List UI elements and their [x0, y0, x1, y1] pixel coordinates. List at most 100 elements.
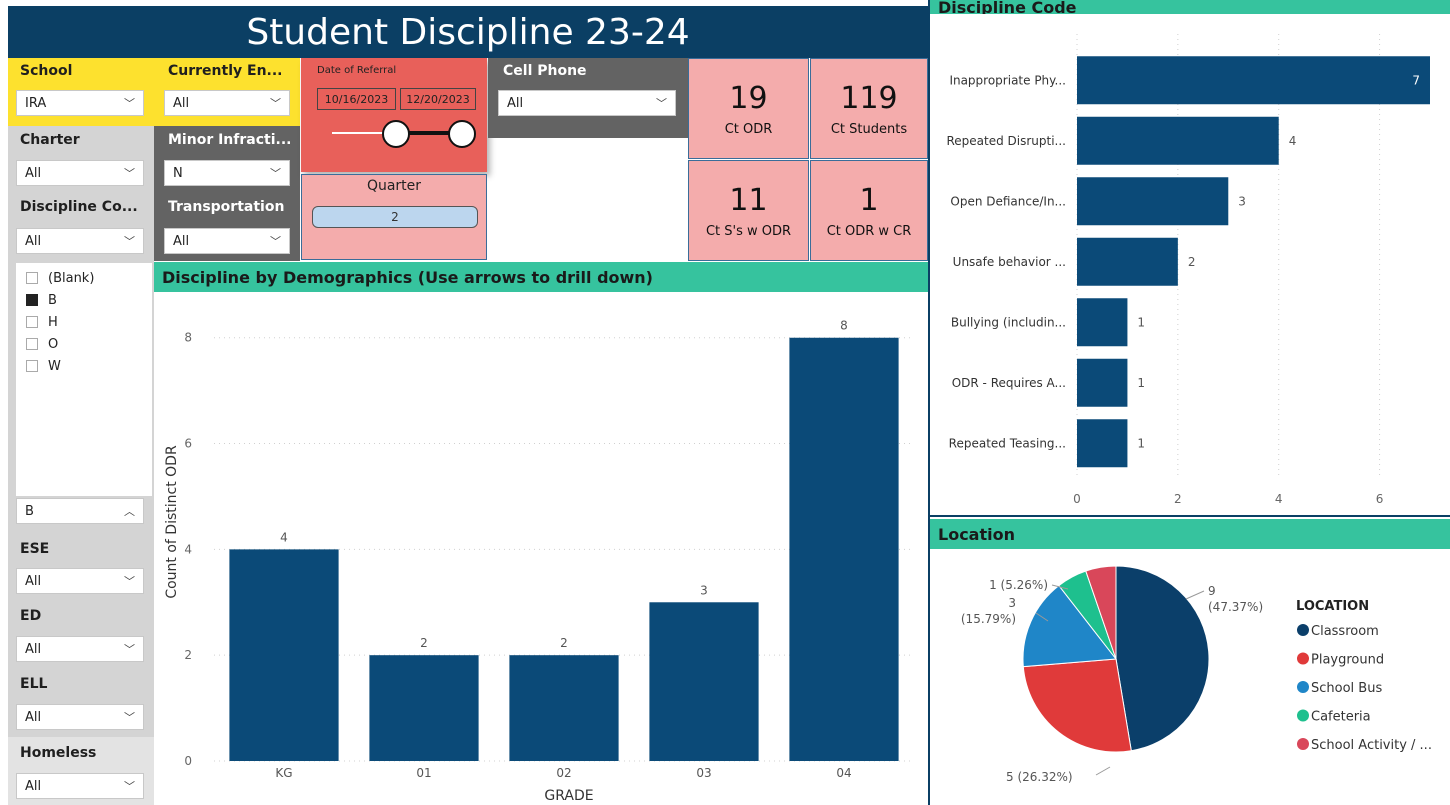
- data-label: 5 (26.32%): [1006, 770, 1073, 784]
- x-tick-label: 0: [1073, 492, 1081, 506]
- school-label: School: [20, 63, 73, 79]
- data-label: 8: [840, 319, 848, 333]
- discipline-code-bar-chart: 0 2 4 6 Inappropriate Phy... 7 Repeated Disrup…: [946, 34, 1430, 506]
- transportation-label: Transportation: [168, 199, 285, 215]
- checkbox[interactable]: [26, 272, 38, 284]
- race-option[interactable]: (Blank): [26, 267, 152, 289]
- y-tick-label: Inappropriate Phy...: [949, 73, 1066, 87]
- bar: [229, 549, 339, 761]
- end-date-input[interactable]: 12/20/2023: [400, 88, 476, 110]
- slider-handle-start[interactable]: [382, 120, 410, 148]
- bar: [1077, 419, 1128, 468]
- transportation-dropdown[interactable]: All ﹀: [164, 228, 290, 254]
- start-date-input[interactable]: 10/16/2023: [317, 88, 396, 110]
- demographics-header: Discipline by Demographics (Use arrows t…: [154, 262, 928, 292]
- leader-line: [1185, 590, 1205, 600]
- race-option-label: H: [48, 314, 58, 330]
- legend-marker: [1297, 652, 1309, 665]
- race-dropdown[interactable]: B ︿: [16, 498, 144, 524]
- bar: [1077, 56, 1430, 105]
- discipline-code-dropdown[interactable]: All ﹀: [16, 228, 144, 254]
- chevron-down-icon: ﹀: [124, 643, 135, 656]
- checkbox[interactable]: [26, 316, 38, 328]
- ell-label: ELL: [20, 676, 48, 692]
- legend-marker: [1297, 681, 1309, 693]
- x-tick-label: 4: [1275, 492, 1283, 506]
- homeless-dropdown[interactable]: All ﹀: [16, 773, 144, 799]
- data-label: (15.79%): [961, 612, 1016, 626]
- y-tick-label: Repeated Disrupti...: [946, 134, 1066, 148]
- bar: [1077, 177, 1229, 226]
- kpi-value: 1: [859, 182, 879, 218]
- enrolled-dropdown[interactable]: All ﹀: [164, 90, 290, 116]
- kpi-caption: Ct ODR: [724, 121, 773, 137]
- data-label: 2: [420, 636, 428, 650]
- y-tick-label: Unsafe behavior ...: [953, 255, 1066, 269]
- x-tick-label: 2: [1174, 492, 1182, 506]
- race-option-label: O: [48, 336, 59, 352]
- checkbox[interactable]: [26, 360, 38, 372]
- charter-dropdown[interactable]: All ﹀: [16, 160, 144, 186]
- panel-divider: [930, 515, 1450, 517]
- y-tick-label: 0: [184, 754, 192, 768]
- data-label: 4: [280, 530, 288, 544]
- x-tick-label: 03: [696, 766, 711, 780]
- y-tick-label: Open Defiance/In...: [950, 194, 1066, 208]
- data-label: 9: [1208, 584, 1216, 598]
- x-tick-label: KG: [275, 766, 292, 780]
- kpi-caption: Ct Students: [830, 121, 908, 137]
- race-option[interactable]: B: [26, 289, 152, 311]
- legend-marker: [1297, 624, 1309, 636]
- bar: [1077, 237, 1178, 286]
- data-label: 7: [1412, 73, 1420, 87]
- bar: [509, 655, 619, 761]
- data-label: (47.37%): [1208, 600, 1263, 614]
- cell-phone-value: All: [507, 95, 524, 111]
- ese-dropdown[interactable]: All ﹀: [16, 568, 144, 594]
- ell-dropdown[interactable]: All ﹀: [16, 704, 144, 730]
- data-label: 3: [1008, 596, 1016, 610]
- y-tick-label: ODR - Requires A...: [952, 376, 1066, 390]
- quarter-tile[interactable]: 2: [312, 206, 478, 228]
- data-label: 3: [700, 583, 708, 597]
- data-label: 3: [1238, 194, 1246, 208]
- legend-label: School Bus: [1311, 681, 1382, 696]
- checkbox[interactable]: [26, 294, 38, 306]
- school-dropdown[interactable]: IRA ﹀: [16, 90, 144, 116]
- location-pie-chart: 9 (47.37%) 5 (26.32%) 3 (15.79%) 1 (5.26%) LOC…: [961, 565, 1432, 784]
- pie-slice: [1115, 565, 1210, 752]
- quarter-label: Quarter: [366, 178, 422, 194]
- chevron-down-icon: ﹀: [124, 235, 135, 248]
- chevron-down-icon: ﹀: [656, 97, 667, 110]
- data-label: 1: [1137, 315, 1145, 329]
- enrolled-label: Currently En...: [168, 63, 283, 79]
- homeless-label: Homeless: [20, 745, 97, 761]
- y-tick-label: Bullying (includin...: [951, 315, 1066, 329]
- chevron-down-icon: ﹀: [270, 167, 281, 180]
- ed-dropdown[interactable]: All ﹀: [16, 636, 144, 662]
- kpi-value: 19: [729, 80, 768, 116]
- chevron-down-icon: ﹀: [270, 235, 281, 248]
- date-referral-label: Date of Referral: [317, 65, 397, 76]
- x-tick-label: 02: [556, 766, 571, 780]
- chevron-up-icon: ︿: [124, 505, 135, 518]
- race-option[interactable]: O: [26, 333, 152, 355]
- x-tick-label: 04: [836, 766, 851, 780]
- chevron-down-icon: ﹀: [124, 711, 135, 724]
- data-label: 2: [1188, 255, 1196, 269]
- chevron-down-icon: ﹀: [124, 575, 135, 588]
- race-option[interactable]: H: [26, 311, 152, 333]
- cell-phone-dropdown[interactable]: All ﹀: [498, 90, 676, 116]
- minor-infraction-dropdown[interactable]: N ﹀: [164, 160, 290, 186]
- race-value: B: [25, 503, 34, 519]
- slider-handle-end[interactable]: [448, 120, 476, 148]
- checkbox[interactable]: [26, 338, 38, 350]
- data-label: 1: [1137, 376, 1145, 390]
- legend-label: Cafeteria: [1311, 710, 1371, 725]
- ell-value: All: [25, 709, 42, 725]
- school-value: IRA: [25, 95, 47, 111]
- minor-infraction-label: Minor Infracti...: [168, 132, 292, 148]
- legend-title: LOCATION: [1296, 599, 1369, 614]
- race-option[interactable]: W: [26, 355, 152, 377]
- chevron-down-icon: ﹀: [124, 167, 135, 180]
